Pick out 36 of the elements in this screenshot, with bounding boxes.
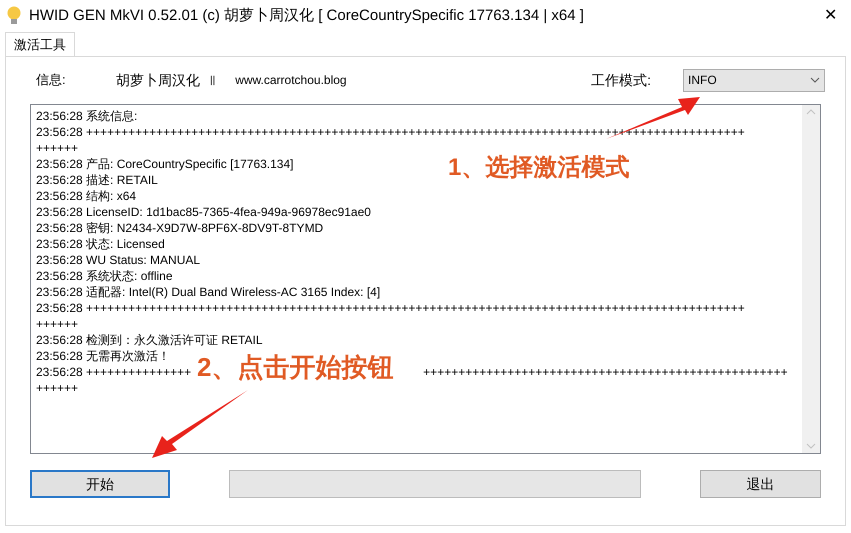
log-line: 23:56:28 系统状态: offline bbox=[36, 268, 173, 284]
log-line: 23:56:28 密钥: N2434-X9D7W-8PF6X-8DV9T-8TYMD bbox=[36, 220, 324, 236]
log-line: 23:56:28 产品: CoreCountrySpecific [17763.134] bbox=[36, 156, 294, 172]
log-line: ++++++ bbox=[36, 316, 78, 332]
close-button[interactable]: ✕ bbox=[824, 4, 837, 28]
log-line: 23:56:28 检测到：永久激活许可证 RETAIL bbox=[36, 332, 262, 348]
author-text: 胡萝卜周汉化 bbox=[116, 70, 200, 90]
log-line: 23:56:28 描述: RETAIL bbox=[36, 172, 158, 188]
separator-text: || bbox=[210, 74, 216, 88]
log-line: 23:56:28 系统信息: bbox=[36, 108, 138, 124]
log-line: 23:56:28 WU Status: MANUAL bbox=[36, 252, 200, 268]
tab[interactable]: 激活工具 bbox=[5, 32, 75, 56]
log-line: ++++++ bbox=[36, 380, 78, 396]
chevron-down-icon bbox=[810, 77, 820, 83]
annotation-text: 2、点击开始按钮 bbox=[197, 352, 394, 382]
log-line: 23:56:28 +++++++++++++++ bbox=[36, 364, 192, 380]
log-line: 23:56:28 结构: x64 bbox=[36, 188, 136, 204]
log-line: 23:56:28 适配器: Intel(R) Dual Band Wireless-AC 3165 Index: [4] bbox=[36, 284, 380, 300]
mode-label: 工作模式: bbox=[591, 70, 651, 90]
log-line: ++++++++++++++++++++++++++++++++++++++++++++++++++++ bbox=[423, 364, 788, 380]
log-line: 23:56:28 状态: Licensed bbox=[36, 236, 165, 252]
exit-button[interactable]: 退出 bbox=[700, 470, 821, 498]
mode-dropdown[interactable]: INFO bbox=[683, 68, 825, 92]
info-label: 信息: bbox=[36, 71, 67, 90]
chevron-down-icon bbox=[806, 443, 816, 449]
log-line: 23:56:28 LicenseID: 1d1bac85-7365-4fea-949a-96978ec91ae0 bbox=[36, 204, 371, 220]
start-button[interactable]: 开始 bbox=[30, 470, 170, 498]
chevron-up-icon bbox=[806, 109, 816, 115]
log-line: ++++++ bbox=[36, 140, 78, 156]
window-title: HWID GEN MkVI 0.52.01 (c) 胡萝卜周汉化 [ CoreCountrySpecific 17763.134 | x64 ] bbox=[29, 6, 584, 26]
annotation-text: 1、选择激活模式 bbox=[448, 153, 630, 183]
lightbulb-icon bbox=[7, 6, 21, 26]
log-line: 23:56:28 无需再次激活！ bbox=[36, 348, 170, 364]
log-line: 23:56:28 ++++++++++++++++++++++++++++++++++++++++++++++++++++++++++++++++++++++++++++++++++++++++++++++ bbox=[36, 300, 745, 316]
scrollbar[interactable] bbox=[802, 105, 820, 453]
website-link[interactable]: www.carrotchou.blog bbox=[235, 71, 347, 89]
